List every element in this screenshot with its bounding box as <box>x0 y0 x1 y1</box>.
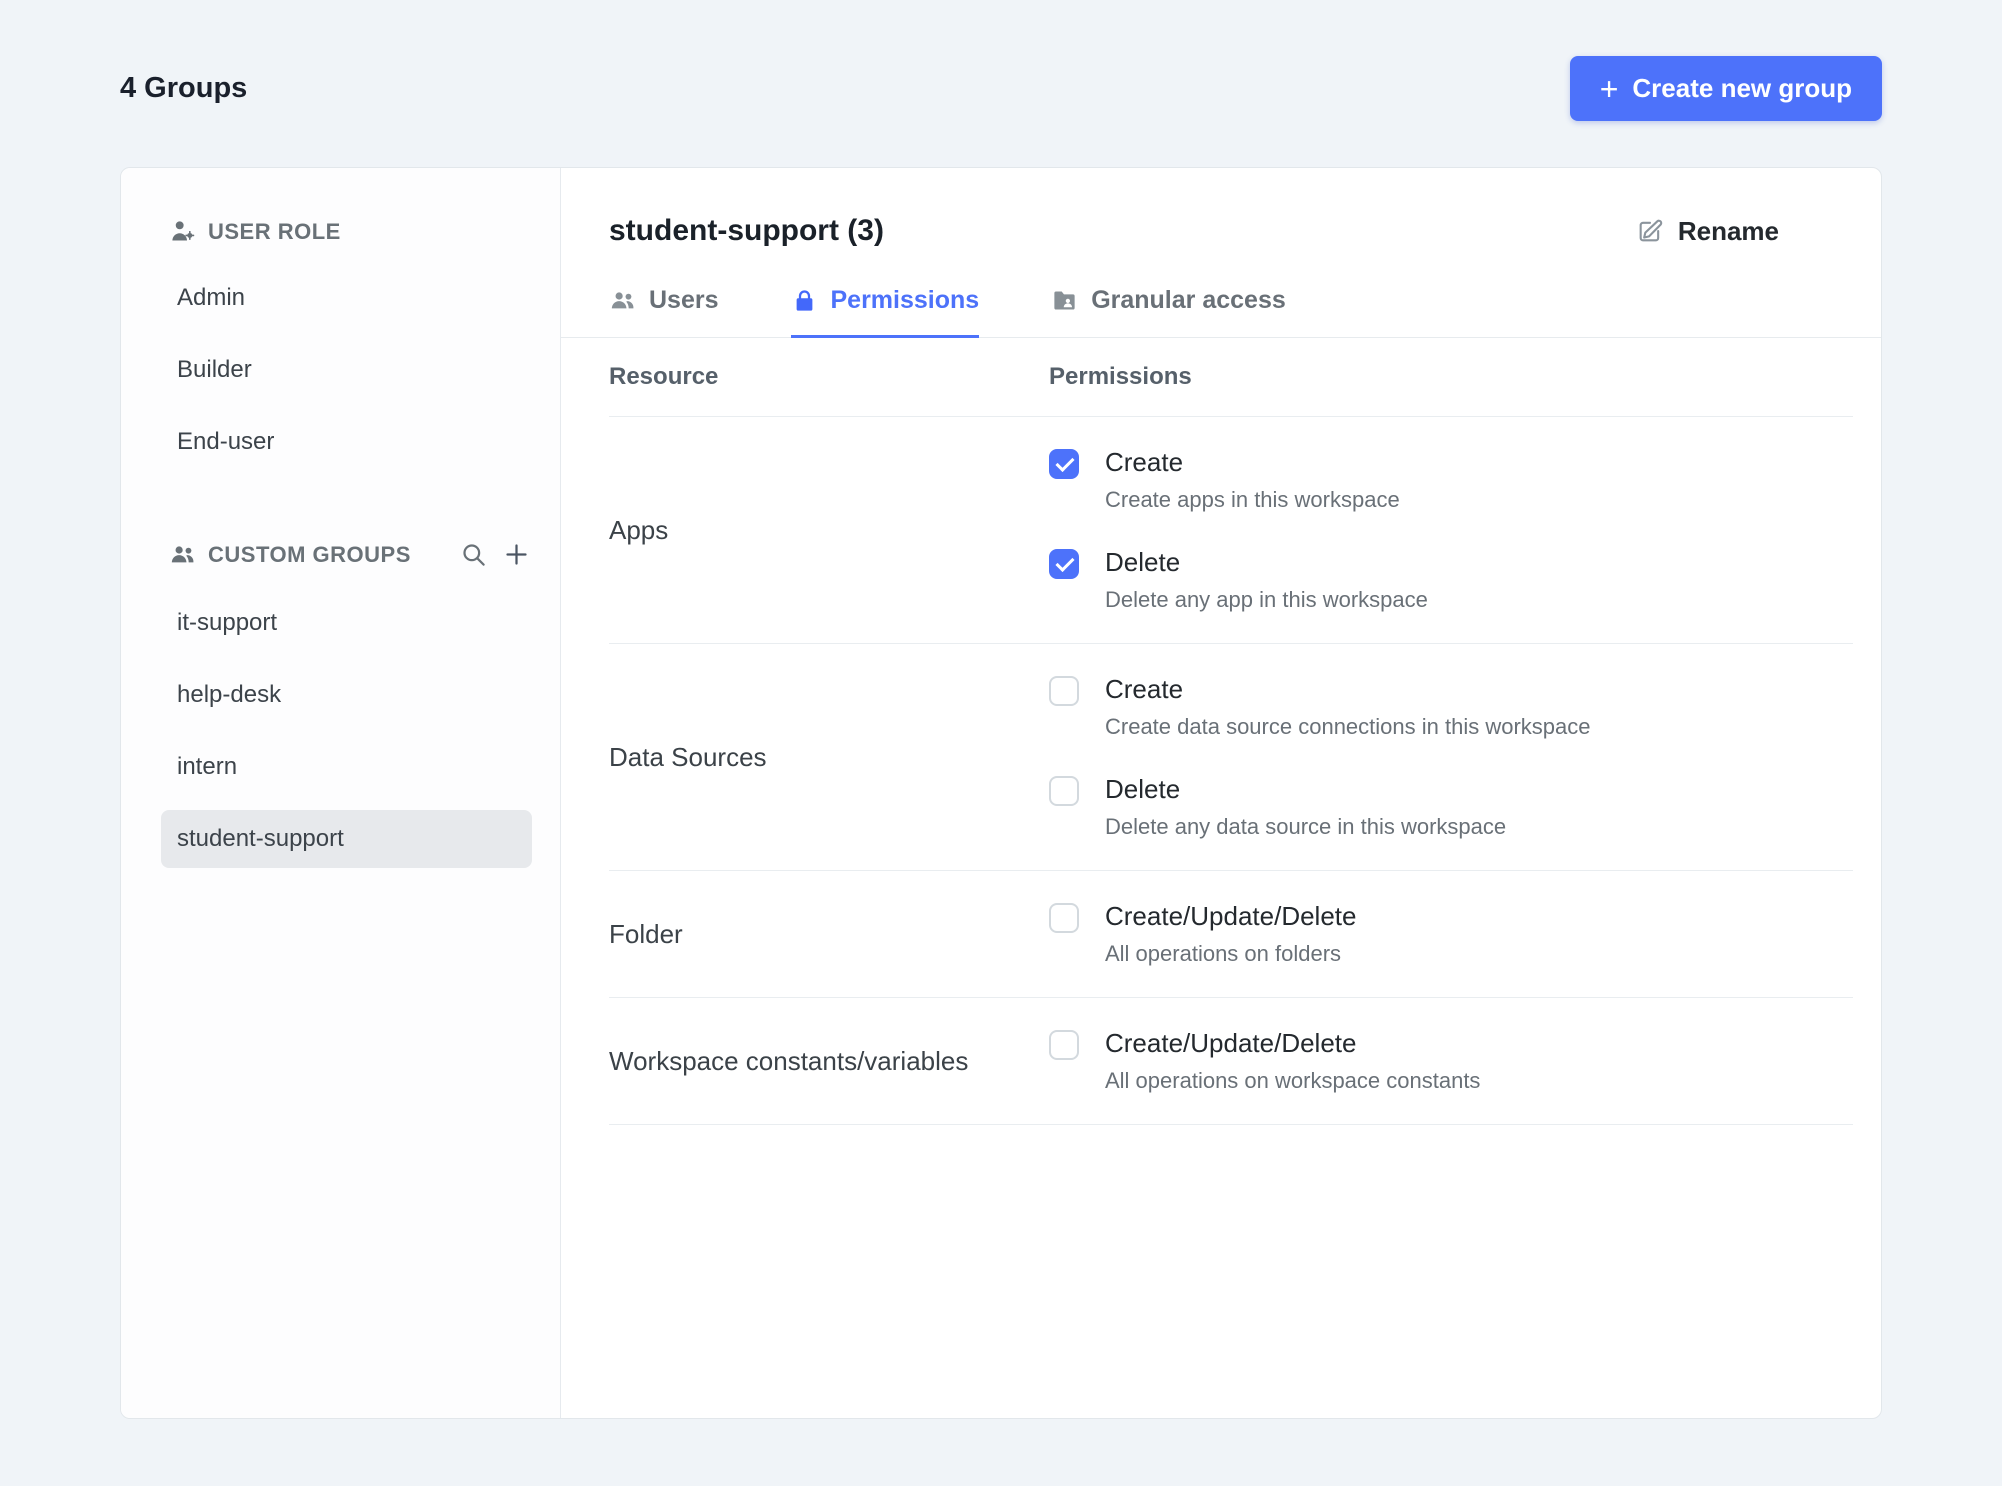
sidebar-section-gap <box>161 485 532 539</box>
sidebar-item-student-support[interactable]: student-support <box>161 810 532 868</box>
tab-granular-access-label: Granular access <box>1091 286 1286 314</box>
workspace-constants-cud-checkbox[interactable] <box>1049 1030 1079 1060</box>
datasources-create-checkbox[interactable] <box>1049 676 1079 706</box>
sidebar-item-intern[interactable]: intern <box>161 738 532 796</box>
table-header-row: Resource Permissions <box>609 338 1853 417</box>
table-row: Folder Create/Update/Delete All operatio… <box>609 871 1853 998</box>
users-icon <box>611 292 634 309</box>
tab-granular-access[interactable]: Granular access <box>1051 286 1286 338</box>
rename-label: Rename <box>1677 215 1779 246</box>
permission-label: Delete <box>1105 547 1181 577</box>
group-detail-header: student-support (3) Rename <box>561 168 1881 248</box>
permission-list: Create Create data source connections in… <box>1049 674 1590 840</box>
table-row: Apps Create Create apps in this workspac… <box>609 417 1853 644</box>
user-gear-icon <box>172 221 195 241</box>
pencil-icon <box>1639 219 1663 242</box>
permission-description: All operations on workspace constants <box>1105 1068 1481 1093</box>
people-icon <box>171 546 194 563</box>
group-detail-panel: student-support (3) Rename Users Permiss… <box>561 168 1881 1418</box>
column-header-permissions: Permissions <box>1049 363 1192 390</box>
resource-label: Data Sources <box>609 741 767 772</box>
permission-list: Create/Update/Delete All operations on f… <box>1049 901 1356 967</box>
permission-text: Create Create apps in this workspace <box>1105 447 1400 513</box>
resource-label: Apps <box>609 514 669 545</box>
permission-text: Create Create data source connections in… <box>1105 674 1590 740</box>
permission-label: Create/Update/Delete <box>1105 1028 1357 1058</box>
lock-icon <box>796 290 812 311</box>
permission-list: Create/Update/Delete All operations on w… <box>1049 1028 1480 1094</box>
permission-text: Delete Delete any data source in this wo… <box>1105 774 1506 840</box>
permission-description: Delete any data source in this workspace <box>1105 814 1507 839</box>
permission-item: Delete Delete any data source in this wo… <box>1049 774 1590 840</box>
datasources-delete-checkbox[interactable] <box>1049 776 1079 806</box>
search-groups-button[interactable] <box>458 539 489 570</box>
user-role-section-label: USER ROLE <box>208 218 341 244</box>
permission-item: Create Create apps in this workspace <box>1049 447 1428 513</box>
permission-item: Delete Delete any app in this workspace <box>1049 547 1428 613</box>
plus-icon: + <box>1599 70 1619 107</box>
permission-description: Create data source connections in this w… <box>1105 714 1591 739</box>
folder-user-icon <box>1054 291 1075 310</box>
resource-label: Folder <box>609 918 683 949</box>
permission-item: Create/Update/Delete All operations on w… <box>1049 1028 1480 1094</box>
sidebar-item-it-support[interactable]: it-support <box>161 594 532 652</box>
add-group-button[interactable] <box>501 539 532 570</box>
permission-label: Create/Update/Delete <box>1105 901 1357 931</box>
plus-icon <box>506 544 527 565</box>
tab-permissions-label: Permissions <box>830 286 980 314</box>
tab-bar: Users Permissions Granular access <box>561 286 1881 338</box>
permission-label: Create <box>1105 447 1184 477</box>
tab-users[interactable]: Users <box>609 286 719 338</box>
permission-list: Create Create apps in this workspace Del… <box>1049 447 1428 613</box>
table-row: Workspace constants/variables Create/Upd… <box>609 998 1853 1125</box>
apps-delete-checkbox[interactable] <box>1049 549 1079 579</box>
custom-groups-section-header: CUSTOM GROUPS <box>161 539 532 570</box>
tab-users-label: Users <box>649 286 719 314</box>
permission-label: Delete <box>1105 774 1181 804</box>
permission-text: Create/Update/Delete All operations on f… <box>1105 901 1356 967</box>
folder-cud-checkbox[interactable] <box>1049 903 1079 933</box>
permission-item: Create Create data source connections in… <box>1049 674 1590 740</box>
permission-label: Create <box>1105 674 1184 704</box>
permission-description: All operations on folders <box>1105 941 1342 966</box>
permission-description: Delete any app in this workspace <box>1105 587 1428 612</box>
permission-text: Create/Update/Delete All operations on w… <box>1105 1028 1480 1094</box>
permission-item: Create/Update/Delete All operations on f… <box>1049 901 1356 967</box>
permissions-table: Resource Permissions Apps Create Create … <box>561 338 1881 1125</box>
rename-button[interactable]: Rename <box>1630 215 1785 248</box>
sidebar-item-help-desk[interactable]: help-desk <box>161 666 532 724</box>
column-header-resource: Resource <box>609 363 719 390</box>
sidebar-item-builder[interactable]: Builder <box>161 341 532 399</box>
permission-text: Delete Delete any app in this workspace <box>1105 547 1428 613</box>
apps-create-checkbox[interactable] <box>1049 449 1079 479</box>
create-new-group-label: Create new group <box>1632 73 1852 103</box>
search-icon <box>463 544 485 566</box>
group-title: student-support (3) <box>609 214 884 247</box>
top-bar: 4 Groups + Create new group <box>120 56 1882 121</box>
resource-label: Workspace constants/variables <box>609 1045 969 1076</box>
sidebar-item-admin[interactable]: Admin <box>161 269 532 327</box>
page-title: 4 Groups <box>120 72 248 104</box>
create-new-group-button[interactable]: + Create new group <box>1569 56 1882 121</box>
groups-card: USER ROLE Admin Builder End-user CUSTOM … <box>120 167 1882 1419</box>
permission-description: Create apps in this workspace <box>1105 487 1400 512</box>
sidebar-item-end-user[interactable]: End-user <box>161 413 532 471</box>
user-role-section-header: USER ROLE <box>161 218 532 245</box>
groups-sidebar: USER ROLE Admin Builder End-user CUSTOM … <box>121 168 561 1418</box>
tab-permissions[interactable]: Permissions <box>790 286 980 338</box>
custom-groups-section-label: CUSTOM GROUPS <box>208 541 411 567</box>
table-row: Data Sources Create Create data source c… <box>609 644 1853 871</box>
